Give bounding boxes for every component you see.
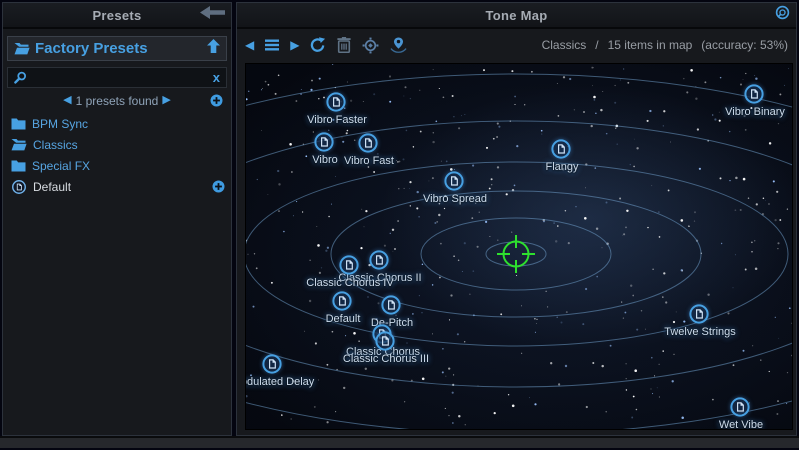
tone-map-title: Tone Map <box>485 8 547 23</box>
map-pin-button[interactable] <box>390 37 407 53</box>
map-pin-icon <box>390 37 407 53</box>
locate-icon <box>362 37 379 54</box>
tone-map-header: Tone Map <box>237 3 796 29</box>
back-arrow-icon <box>200 6 225 24</box>
next-result-button[interactable]: ▶ <box>158 95 174 106</box>
results-count: 1 presets found <box>76 94 159 108</box>
preset-marker-label: Wet Vibe <box>719 419 763 430</box>
item-label: BPM Sync <box>32 117 88 131</box>
next-button[interactable]: ▶ <box>290 39 299 51</box>
status-separator: / <box>595 38 598 52</box>
bank-up-button[interactable] <box>207 39 220 58</box>
plus-icon <box>210 94 223 111</box>
preset-marker-de-pitch[interactable]: De-Pitch <box>380 294 404 318</box>
folder-item-bpm-sync[interactable]: BPM Sync <box>7 113 227 134</box>
status-items: 15 items in map <box>608 38 693 52</box>
locate-button[interactable] <box>362 37 379 54</box>
map-status: Classics / 15 items in map (accuracy: 53… <box>542 38 788 52</box>
results-pager: ◀ 1 presets found ▶ <box>7 88 227 113</box>
prev-button[interactable]: ◀ <box>245 39 254 51</box>
search-bar: x <box>7 67 227 88</box>
preset-marker-label: Vibro Binary <box>725 106 785 118</box>
add-result-button[interactable] <box>210 94 223 112</box>
preset-marker-label: Vibro Spread <box>423 193 487 205</box>
item-label: Default <box>33 180 71 194</box>
preset-marker-vibro-spread[interactable]: Vibro Spread <box>443 170 467 194</box>
folder-item-classics[interactable]: Classics <box>7 134 227 155</box>
item-label: Classics <box>33 138 78 152</box>
triangle-left-icon: ◀ <box>245 39 254 51</box>
prev-result-button[interactable]: ◀ <box>59 95 75 106</box>
search-input[interactable] <box>32 70 208 86</box>
tone-map-panel: Tone Map ◀ ▶ Classics / 15 items in map (… <box>236 2 797 436</box>
preset-marker-label: Classic Chorus IV <box>306 277 393 289</box>
preset-marker-label: Classic Chorus III <box>343 353 429 365</box>
preset-marker-flangy[interactable]: Flangy <box>550 138 574 162</box>
presets-panel: Presets Factory Presets x ◀ 1 presets fo… <box>2 2 232 436</box>
collapse-panel-button[interactable] <box>200 3 225 27</box>
folder-item-special-fx[interactable]: Special FX <box>7 155 227 176</box>
search-icon <box>14 71 27 84</box>
presets-title: Presets <box>92 8 141 23</box>
crosshair-icon <box>494 232 538 276</box>
preset-doc-icon <box>11 179 27 195</box>
folder-closed-icon <box>11 160 26 172</box>
trash-icon <box>337 37 351 53</box>
preset-item-default[interactable]: Default <box>7 176 227 197</box>
add-preset-button[interactable] <box>212 180 225 193</box>
bank-label: Factory Presets <box>35 41 202 56</box>
preset-marker-classic-chorus-iii[interactable]: Classic Chorus III <box>374 330 398 354</box>
tone-position-crosshair[interactable] <box>494 232 538 276</box>
preset-marker-twelve-strings[interactable]: Twelve Strings <box>688 303 712 327</box>
delete-button[interactable] <box>337 37 351 53</box>
refresh-button[interactable] <box>310 37 326 53</box>
preset-marker-wet-vibe[interactable]: Wet Vibe <box>729 396 753 420</box>
preset-marker-classic-chorus-iv[interactable]: Classic Chorus IV <box>338 254 362 278</box>
preset-marker-label: Twelve Strings <box>664 326 736 338</box>
bank-selector[interactable]: Factory Presets <box>7 36 227 61</box>
preset-marker-label: Vibro Faster <box>307 114 367 126</box>
preset-marker-vibro-fast[interactable]: Vibro Fast <box>357 132 381 156</box>
up-arrow-icon <box>207 39 220 58</box>
triangle-right-icon: ▶ <box>290 39 299 51</box>
folder-open-icon <box>14 42 30 55</box>
window-bottom-edge <box>0 436 799 448</box>
status-accuracy: (accuracy: 53%) <box>701 38 788 52</box>
preset-marker-default[interactable]: Default <box>331 290 355 314</box>
knob-icon <box>775 5 790 25</box>
preset-marker-vibro[interactable]: Vibro <box>313 131 337 155</box>
tone-map-toolbar: ◀ ▶ Classics / 15 items in map (accuracy:… <box>237 29 796 61</box>
preset-marker-label: Vibro Fast <box>344 155 394 167</box>
folder-open-icon <box>11 138 27 151</box>
presets-header: Presets <box>3 3 231 29</box>
folder-list: BPM Sync Classics Special FX Default <box>7 113 227 197</box>
preset-marker-label: Flangy <box>545 161 578 173</box>
status-category: Classics <box>542 38 587 52</box>
menu-button[interactable] <box>265 39 279 51</box>
preset-marker-modulated-delay[interactable]: Modulated Delay <box>261 353 285 377</box>
preset-marker-label: Vibro <box>312 154 337 166</box>
tone-map-canvas[interactable]: Vibro Faster Vibro Vibro Fast Vibro Spread F… <box>245 63 793 430</box>
refresh-icon <box>310 37 326 53</box>
clear-search-button[interactable]: x <box>213 71 220 84</box>
preset-marker-classic-chorus-ii[interactable]: Classic Chorus II <box>368 249 392 273</box>
knob-view-button[interactable] <box>775 3 790 27</box>
menu-icon <box>265 39 279 51</box>
preset-marker-label: Default <box>326 313 361 325</box>
folder-closed-icon <box>11 118 26 130</box>
preset-marker-label: Modulated Delay <box>245 376 314 388</box>
preset-marker-vibro-faster[interactable]: Vibro Faster <box>325 91 349 115</box>
item-label: Special FX <box>32 159 90 173</box>
preset-marker-vibro-binary[interactable]: Vibro Binary <box>743 83 767 107</box>
